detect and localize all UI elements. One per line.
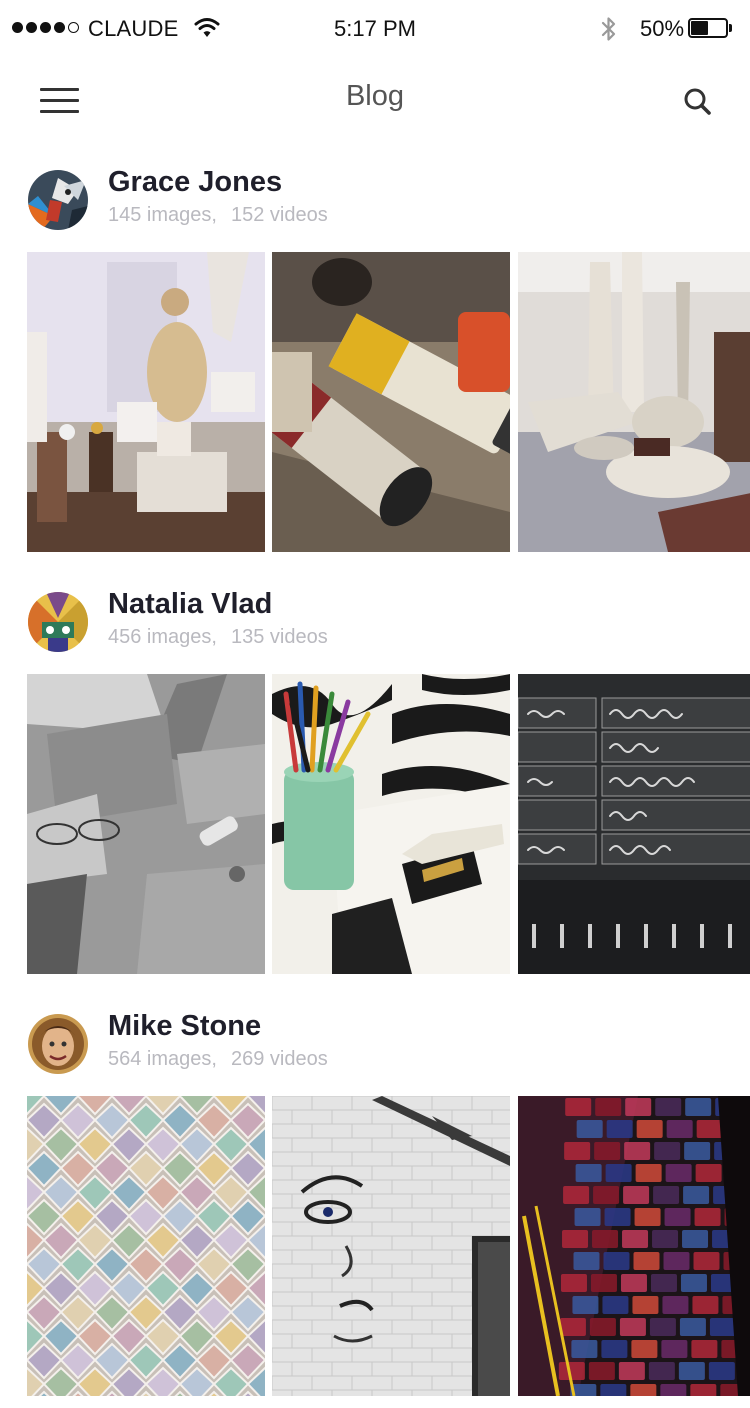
colorful-brick-wall-photo[interactable] — [518, 1096, 750, 1396]
stone-sculptures-gallery-photo[interactable] — [518, 252, 750, 552]
hamburger-menu-icon[interactable] — [32, 78, 88, 122]
author-name[interactable]: Natalia Vlad — [108, 588, 272, 621]
signal-dots-icon — [12, 22, 79, 36]
images-count: 564 images, — [108, 1048, 217, 1070]
colored-pencils-photo[interactable] — [272, 674, 510, 974]
nav-bar: Blog — [0, 58, 750, 142]
page-title: Blog — [345, 80, 405, 112]
avatar[interactable] — [28, 170, 88, 230]
bluetooth-icon — [600, 14, 618, 49]
author-name[interactable]: Mike Stone — [108, 1010, 261, 1043]
paper-and-glasses-photo[interactable] — [27, 674, 265, 974]
media-counts: 456 images, 135 videos — [108, 626, 328, 649]
photo-row — [27, 674, 750, 974]
sculpture-studio-photo[interactable] — [27, 252, 265, 552]
battery-percent: 50% — [640, 16, 685, 41]
wifi-icon — [194, 16, 220, 43]
carrier-name: CLAUDE — [88, 16, 179, 41]
images-count: 456 images, — [108, 626, 217, 648]
avatar[interactable] — [28, 592, 88, 652]
battery-icon — [688, 18, 734, 38]
photo-row — [27, 252, 750, 552]
post-natalia-vlad: Natalia Vlad 456 images, 135 videos — [0, 564, 750, 986]
videos-count: 135 videos — [230, 626, 328, 648]
media-counts: 564 images, 269 videos — [108, 1048, 328, 1071]
search-icon[interactable] — [676, 80, 720, 124]
videos-count: 269 videos — [230, 1048, 328, 1070]
avatar[interactable] — [28, 1014, 88, 1074]
status-bar: CLAUDE 5:17 PM 50% — [0, 0, 750, 58]
chalkboard-menu-photo[interactable] — [518, 674, 750, 974]
white-brick-graffiti-photo[interactable] — [272, 1096, 510, 1396]
post-grace-jones: Grace Jones 145 images, 152 videos — [0, 142, 750, 564]
blog-feed: Grace Jones 145 images, 152 videos Natal… — [0, 142, 750, 1408]
media-counts: 145 images, 152 videos — [108, 204, 328, 227]
pastel-tiles-photo[interactable] — [27, 1096, 265, 1396]
post-mike-stone: Mike Stone 564 images, 269 videos — [0, 986, 750, 1408]
images-count: 145 images, — [108, 204, 217, 226]
author-name[interactable]: Grace Jones — [108, 166, 282, 199]
photo-row — [27, 1096, 750, 1396]
videos-count: 152 videos — [230, 204, 328, 226]
paint-tubes-photo[interactable] — [272, 252, 510, 552]
